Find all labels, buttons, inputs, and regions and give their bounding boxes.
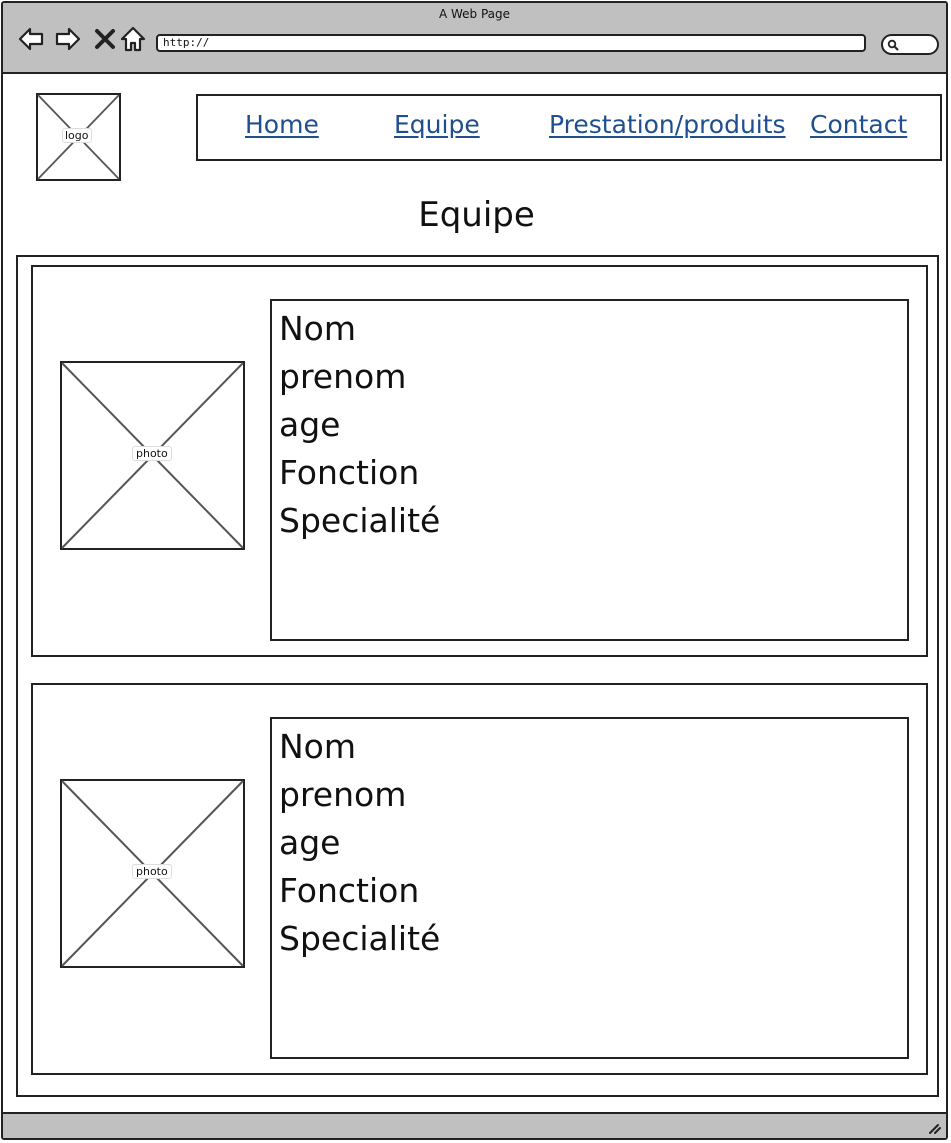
- photo-label: photo: [132, 446, 172, 461]
- member-fonction: Fonction: [279, 453, 420, 492]
- member-fonction: Fonction: [279, 871, 420, 910]
- search-icon: [887, 39, 899, 51]
- member-prenom: prenom: [279, 775, 407, 814]
- member-info-box: Nom prenom age Fonction Specialité: [270, 299, 909, 641]
- back-icon[interactable]: [17, 25, 45, 53]
- logo-label: logo: [62, 128, 92, 143]
- page-title: Equipe: [418, 195, 535, 235]
- browser-toolbar: A Web Page http://: [3, 3, 946, 74]
- member-specialite: Specialité: [279, 501, 441, 540]
- forward-icon[interactable]: [54, 25, 82, 53]
- member-photo-placeholder: photo: [60, 361, 245, 550]
- browser-search-field[interactable]: [881, 34, 939, 55]
- member-photo-placeholder: photo: [60, 779, 245, 968]
- member-age: age: [279, 823, 341, 862]
- home-icon[interactable]: [119, 25, 147, 53]
- nav-prestation-produits-link[interactable]: Prestation/produits: [549, 110, 786, 139]
- close-icon[interactable]: [91, 25, 119, 53]
- member-info-box: Nom prenom age Fonction Specialité: [270, 717, 909, 1059]
- browser-window: A Web Page http:// logo Home Equipe Pres…: [1, 1, 948, 1140]
- window-title: A Web Page: [438, 7, 511, 21]
- member-age: age: [279, 405, 341, 444]
- nav-contact-link[interactable]: Contact: [810, 110, 907, 139]
- member-prenom: prenom: [279, 357, 407, 396]
- member-nom: Nom: [279, 727, 357, 766]
- resize-grip-icon[interactable]: [926, 1119, 942, 1135]
- nav-equipe-link[interactable]: Equipe: [394, 110, 480, 139]
- member-specialite: Specialité: [279, 919, 441, 958]
- nav-home-link[interactable]: Home: [245, 110, 319, 139]
- photo-label: photo: [132, 864, 172, 879]
- logo-placeholder: logo: [36, 93, 121, 181]
- address-bar[interactable]: http://: [156, 34, 866, 52]
- status-bar: [3, 1112, 946, 1138]
- member-nom: Nom: [279, 309, 357, 348]
- main-nav: Home Equipe Prestation/produits Contact: [196, 94, 942, 161]
